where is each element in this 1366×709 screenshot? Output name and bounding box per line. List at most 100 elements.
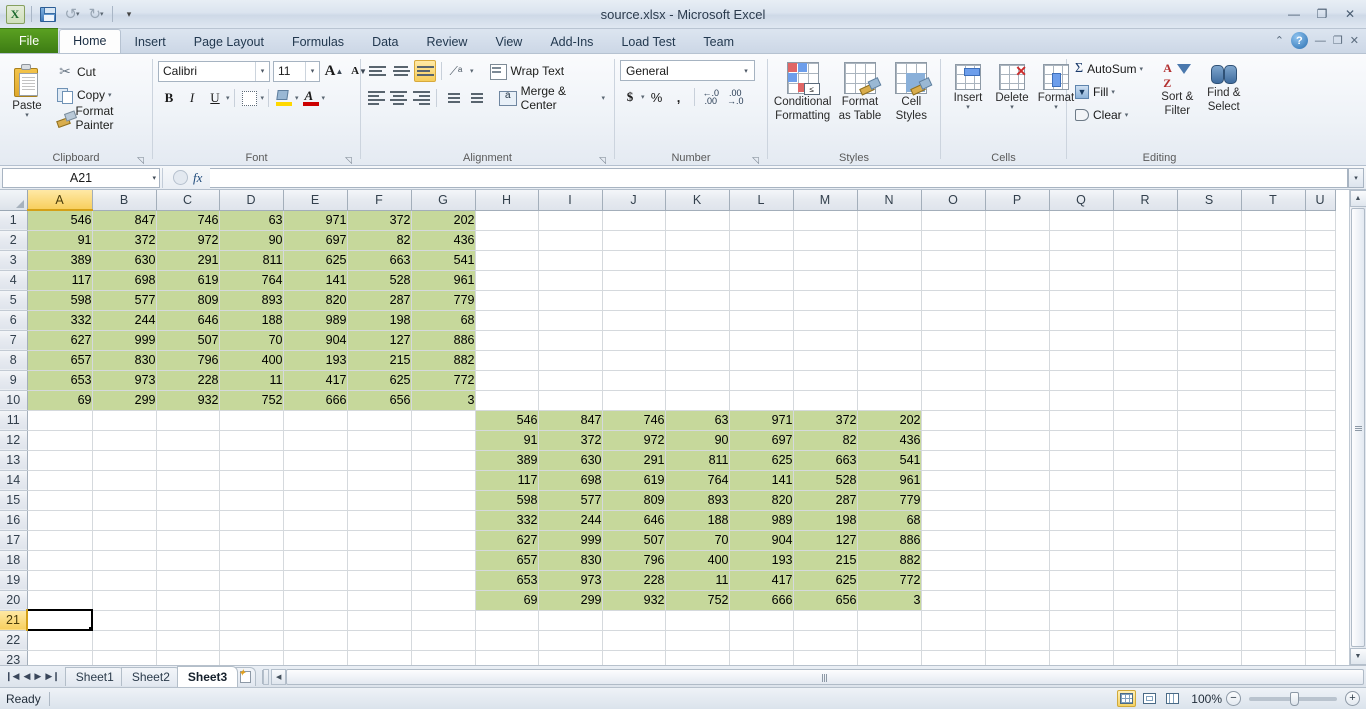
tab-home[interactable]: Home	[59, 29, 121, 53]
grid-cell-D18[interactable]	[219, 550, 284, 571]
grid-cell-F9[interactable]: 625	[347, 370, 412, 391]
grid-cell-M6[interactable]	[793, 310, 858, 331]
name-box-caret-icon[interactable]: ▾	[152, 174, 156, 182]
workbook-minimize-icon[interactable]: —	[1315, 35, 1326, 47]
grid-cell-B7[interactable]: 999	[92, 330, 157, 351]
grid-cell-K1[interactable]	[665, 210, 730, 231]
grid-cell-E13[interactable]	[283, 450, 348, 471]
grid-cell-P19[interactable]	[985, 570, 1050, 591]
column-header-J[interactable]: J	[602, 190, 666, 211]
grid-cell-Q8[interactable]	[1049, 350, 1114, 371]
grid-cell-P10[interactable]	[985, 390, 1050, 411]
row-header-5[interactable]: 5	[0, 290, 28, 311]
row-header-22[interactable]: 22	[0, 630, 28, 651]
grid-cell-P1[interactable]	[985, 210, 1050, 231]
grid-cell-K5[interactable]	[665, 290, 730, 311]
grid-cell-C12[interactable]	[156, 430, 220, 451]
row-header-3[interactable]: 3	[0, 250, 28, 271]
grid-cell-I10[interactable]	[538, 390, 603, 411]
grid-cell-J14[interactable]: 619	[602, 470, 666, 491]
grid-cell-R20[interactable]	[1113, 590, 1178, 611]
grid-cell-N18[interactable]: 882	[857, 550, 922, 571]
autosum-button[interactable]: Σ AutoSum ▾	[1072, 59, 1146, 79]
wrap-text-button[interactable]: Wrap Text	[486, 61, 569, 82]
grid-cell-I6[interactable]	[538, 310, 603, 331]
grid-cell-N9[interactable]	[857, 370, 922, 391]
column-header-C[interactable]: C	[156, 190, 220, 211]
grid-cell-D10[interactable]: 752	[219, 390, 284, 411]
grid-cell-F19[interactable]	[347, 570, 412, 591]
scroll-left-button[interactable]: ◀	[271, 668, 287, 685]
grid-cell-M21[interactable]	[793, 610, 858, 631]
grid-cell-L21[interactable]	[729, 610, 794, 631]
grid-cell-T4[interactable]	[1241, 270, 1306, 291]
grid-cell-H21[interactable]	[475, 610, 539, 631]
name-box[interactable]: A21 ▾	[2, 167, 160, 188]
grid-cell-E5[interactable]: 820	[283, 290, 348, 311]
grid-cell-Q21[interactable]	[1049, 610, 1114, 631]
grid-cell-S11[interactable]	[1177, 410, 1242, 431]
grid-cell-M5[interactable]	[793, 290, 858, 311]
grid-cell-T6[interactable]	[1241, 310, 1306, 331]
grid-cell-M10[interactable]	[793, 390, 858, 411]
grid-cell-T3[interactable]	[1241, 250, 1306, 271]
orientation-caret-icon[interactable]: ▾	[470, 67, 474, 75]
grid-cell-L8[interactable]	[729, 350, 794, 371]
grid-cell-J21[interactable]	[602, 610, 666, 631]
grid-cell-T12[interactable]	[1241, 430, 1306, 451]
grid-cell-C8[interactable]: 796	[156, 350, 220, 371]
grid-cell-T1[interactable]	[1241, 210, 1306, 231]
row-header-18[interactable]: 18	[0, 550, 28, 571]
tab-review[interactable]: Review	[412, 30, 481, 53]
grid-cell-H15[interactable]: 598	[475, 490, 539, 511]
grid-cell-E1[interactable]: 971	[283, 210, 348, 231]
grid-cell-S1[interactable]	[1177, 210, 1242, 231]
grid-cell-O9[interactable]	[921, 370, 986, 391]
grid-cell-S21[interactable]	[1177, 610, 1242, 631]
grid-cell-U16[interactable]	[1305, 510, 1336, 531]
grid-cell-K11[interactable]: 63	[665, 410, 730, 431]
column-header-H[interactable]: H	[475, 190, 539, 211]
grid-cell-Q12[interactable]	[1049, 430, 1114, 451]
grid-cell-D9[interactable]: 11	[219, 370, 284, 391]
grid-cell-C10[interactable]: 932	[156, 390, 220, 411]
grid-cell-N7[interactable]	[857, 330, 922, 351]
delete-cells-button[interactable]: ✕ Delete ▾	[990, 62, 1034, 113]
grid-cell-U11[interactable]	[1305, 410, 1336, 431]
grid-cell-R4[interactable]	[1113, 270, 1178, 291]
grid-cell-K4[interactable]	[665, 270, 730, 291]
grid-cell-D12[interactable]	[219, 430, 284, 451]
grid-cell-P16[interactable]	[985, 510, 1050, 531]
grid-cell-I15[interactable]: 577	[538, 490, 603, 511]
grid-cell-E23[interactable]	[283, 650, 348, 665]
grid-cell-I7[interactable]	[538, 330, 603, 351]
grid-cell-F23[interactable]	[347, 650, 412, 665]
grid-cell-D15[interactable]	[219, 490, 284, 511]
grid-cell-F17[interactable]	[347, 530, 412, 551]
grid-cell-L10[interactable]	[729, 390, 794, 411]
merge-center-button[interactable]: Merge & Center ▾	[495, 84, 609, 112]
grid-cell-L2[interactable]	[729, 230, 794, 251]
grid-cell-E2[interactable]: 697	[283, 230, 348, 251]
grid-cell-H9[interactable]	[475, 370, 539, 391]
excel-app-button[interactable]: X	[4, 3, 26, 25]
grid-cell-L22[interactable]	[729, 630, 794, 651]
grid-cell-O14[interactable]	[921, 470, 986, 491]
grid-cell-B8[interactable]: 830	[92, 350, 157, 371]
grid-cell-B4[interactable]: 698	[92, 270, 157, 291]
grid-cell-E6[interactable]: 989	[283, 310, 348, 331]
zoom-out-button[interactable]: −	[1226, 691, 1241, 706]
grid-cell-H20[interactable]: 69	[475, 590, 539, 611]
grid-cell-N16[interactable]: 68	[857, 510, 922, 531]
grid-cell-C3[interactable]: 291	[156, 250, 220, 271]
grid-cell-R13[interactable]	[1113, 450, 1178, 471]
clipboard-dialog-launcher[interactable]: ◹	[137, 155, 148, 166]
grid-cell-A10[interactable]: 69	[27, 390, 93, 411]
grid-cell-S12[interactable]	[1177, 430, 1242, 451]
grid-cell-J16[interactable]: 646	[602, 510, 666, 531]
increase-indent-button[interactable]	[465, 87, 485, 109]
paste-button[interactable]: Paste ▾	[5, 62, 49, 121]
font-color-button[interactable]: A	[300, 87, 322, 109]
grid-cell-A1[interactable]: 546	[27, 210, 93, 231]
column-header-T[interactable]: T	[1241, 190, 1306, 211]
